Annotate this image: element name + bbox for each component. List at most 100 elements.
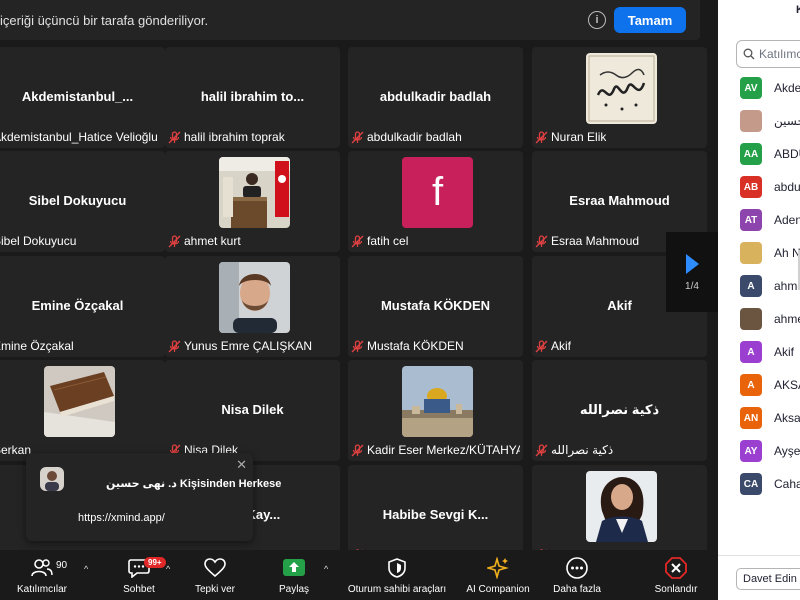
info-icon[interactable]: i: [588, 11, 606, 29]
participant-video-tile[interactable]: Nebile Aygün: [532, 465, 707, 550]
participant-list-item[interactable]: A Akif: [740, 341, 794, 363]
participant-list-item[interactable]: AB abdu: [740, 176, 800, 198]
participant-video-tile[interactable]: Habibe Sevgi K...Habibe Sevgi KARAKULAK: [348, 465, 523, 550]
tile-display-name: Nisa Dilek: [221, 402, 284, 417]
participant-photo: [586, 471, 657, 542]
avatar: A: [740, 374, 762, 396]
arrow-right-icon: [686, 253, 699, 274]
avatar: A: [740, 341, 762, 363]
meeting-toolbar: Katılımcılar 90 ^ Sohbet 99+ ^ Tepki ver…: [0, 550, 718, 600]
participant-video-tile[interactable]: Emine Özçakal Emine Özçakal: [0, 256, 165, 357]
participant-name: Nuran Elik: [551, 130, 607, 144]
close-icon[interactable]: ✕: [236, 457, 247, 473]
ok-button[interactable]: Tamam: [614, 7, 686, 33]
more-icon: [566, 556, 588, 580]
participant-video-tile[interactable]: f fatih cel: [348, 151, 523, 252]
participant-list-name: abdu: [774, 180, 800, 194]
avatar: CA: [740, 473, 762, 495]
participant-list-item[interactable]: AY Ayşe: [740, 440, 800, 462]
tile-name-tag: fatih cel: [351, 233, 520, 249]
participant-name: ahmet kurt: [184, 234, 241, 248]
tile-display-name: ذكية نصرالله: [579, 402, 660, 417]
participants-button[interactable]: Katılımcılar: [12, 550, 72, 600]
ai-companion-label: AI Companion: [466, 584, 530, 595]
avatar: A: [740, 275, 762, 297]
participant-video-tile[interactable]: Yunus Emre ÇALIŞKAN: [165, 256, 340, 357]
share-caret[interactable]: ^: [324, 564, 328, 574]
muted-mic-icon: [168, 234, 181, 247]
participant-list-item[interactable]: AT Aden: [740, 209, 800, 231]
participant-name: Emine Özçakal: [0, 339, 74, 353]
participants-caret[interactable]: ^: [84, 564, 88, 574]
avatar: AT: [740, 209, 762, 231]
participant-search-input[interactable]: Katılımc: [736, 40, 800, 68]
participant-list-item[interactable]: CA Caha: [740, 473, 800, 495]
tile-name-tag: ذكية نصرالله: [535, 442, 704, 458]
tile-name-tag: Akif: [535, 338, 704, 354]
shield-icon: [387, 556, 407, 580]
reactions-button[interactable]: Tepki ver: [190, 550, 240, 600]
more-button[interactable]: Daha fazla: [548, 550, 606, 600]
participant-name: Akif: [551, 339, 572, 353]
tile-name-tag: ahmet kurt: [168, 233, 337, 249]
participant-list-item[interactable]: ahme: [740, 308, 800, 330]
end-call-icon: [665, 556, 687, 580]
muted-mic-icon: [351, 130, 364, 143]
participant-list-item[interactable]: Aahme: [740, 275, 800, 297]
meeting-window: Akdemistanbul_... Akdemistanbul_Hatice Ve…: [0, 0, 800, 600]
muted-mic-icon: [168, 339, 181, 352]
avatar: AA: [740, 143, 762, 165]
participant-video-tile[interactable]: abdulkadir badlah abdulkadir badlah: [348, 47, 523, 148]
chat-popup[interactable]: ✕ د. نهى حسين Kişisinden Herkese https:/…: [26, 453, 281, 541]
host-tools-label: Oturum sahibi araçları: [347, 584, 447, 595]
chat-message-link[interactable]: https://xmind.app/: [78, 512, 165, 524]
participant-list-item[interactable]: A AKSA: [740, 374, 800, 396]
participant-video-tile[interactable]: Akdemistanbul_... Akdemistanbul_Hatice Ve…: [0, 47, 165, 148]
next-page-button[interactable]: 1/4: [666, 232, 718, 312]
end-meeting-button[interactable]: Sonlandır: [650, 550, 702, 600]
participant-list-name: ahme: [774, 312, 800, 326]
participant-list-name: Caha: [774, 477, 800, 491]
participant-photo: [402, 366, 473, 437]
muted-mic-icon: [535, 339, 548, 352]
host-tools-button[interactable]: Oturum sahibi araçları: [342, 550, 452, 600]
participant-list-name: Akde: [774, 81, 800, 95]
participant-video-tile[interactable]: ذكية نصرالله ذكية نصرالله: [532, 360, 707, 461]
participant-list-item[interactable]: AA ABDU: [740, 143, 800, 165]
share-button[interactable]: Paylaş: [274, 550, 314, 600]
participant-video-tile[interactable]: Serkan: [0, 360, 165, 461]
participant-name: Akdemistanbul_Hatice Velioğlu: [0, 130, 158, 144]
search-placeholder: Katılımc: [759, 47, 800, 61]
tile-display-name: Emine Özçakal: [31, 298, 124, 313]
participant-list-item[interactable]: حسين: [740, 110, 800, 132]
chat-caret[interactable]: ^: [166, 564, 170, 574]
tile-display-name: Esraa Mahmoud: [569, 193, 670, 208]
tile-name-tag: abdulkadir badlah: [351, 129, 520, 145]
tile-display-name: Akdemistanbul_...: [21, 89, 134, 104]
panel-divider: [718, 555, 800, 556]
participant-video-tile[interactable]: Kadir Eser Merkez/KÜTAHYA: [348, 360, 523, 461]
participants-count: 90: [56, 560, 68, 571]
ai-companion-button[interactable]: AI Companion: [462, 550, 534, 600]
participant-name: Sibel Dokuyucu: [0, 234, 77, 248]
participant-list-name: Aksa: [774, 411, 800, 425]
participant-list-item[interactable]: AV Akde: [740, 77, 800, 99]
participants-label: Katılımcılar: [16, 584, 67, 595]
participant-video-tile[interactable]: Mustafa KÖKDEN Mustafa KÖKDEN: [348, 256, 523, 357]
tile-name-tag: Kadir Eser Merkez/KÜTAHYA: [351, 442, 520, 458]
avatar: AV: [740, 77, 762, 99]
participant-video-tile[interactable]: Nuran Elik: [532, 47, 707, 148]
participant-video-tile[interactable]: Sibel Dokuyucu Sibel Dokuyucu: [0, 151, 165, 252]
participant-video-tile[interactable]: ahmet kurt: [165, 151, 340, 252]
participant-list-name: AKSA: [774, 378, 800, 392]
invite-button[interactable]: Davet Edin: [736, 568, 800, 590]
avatar: AB: [740, 176, 762, 198]
participant-video-tile[interactable]: Nisa Dilek Nisa Dilek: [165, 360, 340, 461]
muted-mic-icon: [351, 234, 364, 247]
participant-list-item[interactable]: Ah N: [740, 242, 800, 264]
panel-title: K: [796, 4, 800, 16]
tile-display-name: halil ibrahim to...: [200, 89, 305, 104]
participant-list-item[interactable]: AN Aksa: [740, 407, 800, 429]
participant-video-tile[interactable]: halil ibrahim to... halil ibrahim toprak: [165, 47, 340, 148]
tile-display-name: Sibel Dokuyucu: [28, 193, 127, 208]
